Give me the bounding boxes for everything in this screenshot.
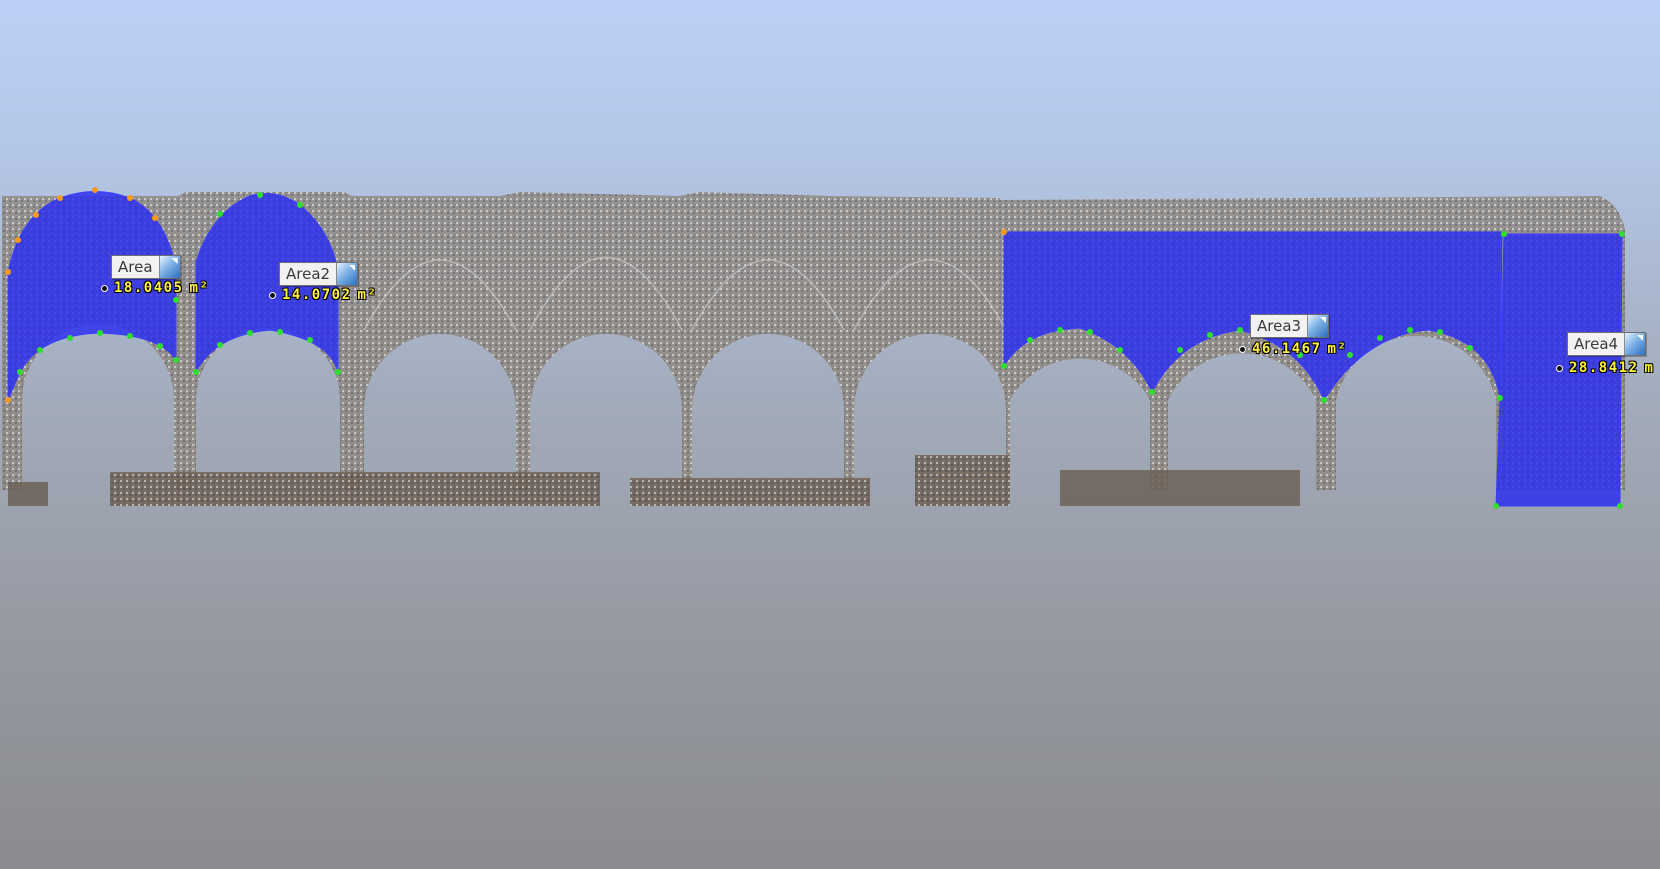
- point-cloud-scene[interactable]: [0, 0, 1660, 869]
- area-value-4: 28.8412 m: [1556, 360, 1654, 376]
- area-label-name: Area2: [286, 265, 331, 283]
- area-value-1: 18.0405 m²: [101, 280, 209, 296]
- area-label-4[interactable]: Area4: [1567, 332, 1647, 356]
- area-value-number: 28.8412: [1569, 360, 1639, 376]
- area-label-2[interactable]: Area2: [279, 262, 359, 286]
- anchor-dot-icon: [269, 291, 276, 299]
- area-label-name: Area4: [1574, 335, 1619, 353]
- area-label-name: Area3: [1257, 317, 1302, 335]
- area-value-number: 46.1467: [1252, 341, 1322, 357]
- area-value-2: 14.0702 m²: [269, 287, 377, 303]
- area-value-number: 18.0405: [114, 280, 184, 296]
- area-value-3: 46.1467 m²: [1239, 341, 1347, 357]
- note-icon[interactable]: [336, 263, 358, 285]
- area-label-1[interactable]: Area: [111, 255, 181, 279]
- area-value-unit: m²: [357, 287, 378, 303]
- anchor-dot-icon: [101, 284, 108, 292]
- anchor-dot-icon: [1556, 364, 1563, 372]
- area-value-unit: m²: [189, 280, 210, 296]
- note-icon[interactable]: [1307, 315, 1329, 337]
- area-label-name: Area: [118, 258, 153, 276]
- area-value-number: 14.0702: [282, 287, 352, 303]
- note-icon[interactable]: [1624, 333, 1646, 355]
- note-icon[interactable]: [158, 256, 180, 278]
- area-label-3[interactable]: Area3: [1250, 314, 1330, 338]
- 3d-viewport[interactable]: Area 18.0405 m² Area2 14.0702 m² Area3 4…: [0, 0, 1660, 869]
- area-value-unit: m²: [1327, 341, 1348, 357]
- area-value-unit: m: [1644, 360, 1655, 376]
- anchor-dot-icon: [1239, 345, 1246, 353]
